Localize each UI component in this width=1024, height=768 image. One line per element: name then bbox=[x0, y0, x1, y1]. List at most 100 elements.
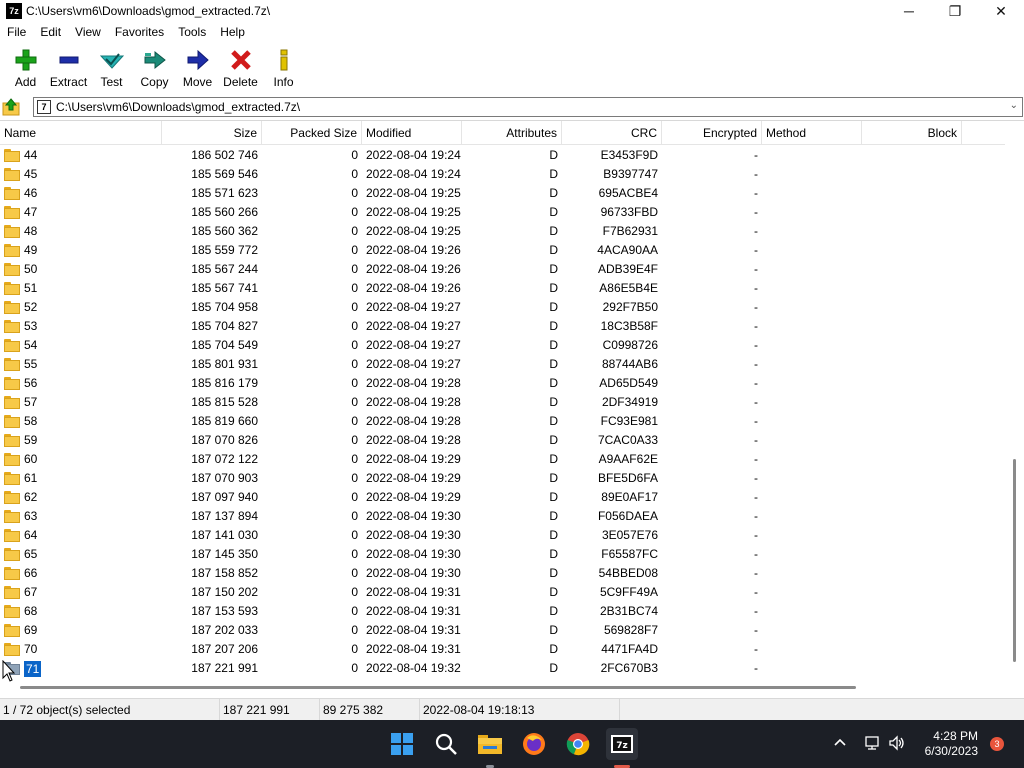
table-row[interactable]: 47 185 560 266 0 2022-08-04 19:25 D 96733FBD - bbox=[0, 203, 1005, 222]
folder-name: 59 bbox=[24, 433, 38, 447]
table-row[interactable]: 60 187 072 122 0 2022-08-04 19:29 D A9AAF62E - bbox=[0, 450, 1005, 469]
maximize-button[interactable]: ❐ bbox=[932, 0, 978, 22]
table-row[interactable]: 56 185 816 179 0 2022-08-04 19:28 D AD65D549 - bbox=[0, 374, 1005, 393]
crc-cell: F056DAEA bbox=[597, 509, 658, 523]
add-button[interactable]: Add bbox=[4, 42, 47, 92]
column-name[interactable]: Name bbox=[0, 121, 162, 145]
method-cell bbox=[762, 450, 862, 469]
table-row[interactable]: 62 187 097 940 0 2022-08-04 19:29 D 89E0AF17 - bbox=[0, 488, 1005, 507]
column-modified[interactable]: Modified bbox=[362, 121, 462, 145]
column-method[interactable]: Method bbox=[762, 121, 862, 145]
folder-icon bbox=[4, 396, 20, 409]
file-explorer-icon[interactable] bbox=[474, 728, 506, 760]
menu-file[interactable]: File bbox=[0, 22, 33, 42]
search-icon[interactable] bbox=[430, 728, 462, 760]
network-icon[interactable] bbox=[864, 735, 882, 754]
table-row[interactable]: 49 185 559 772 0 2022-08-04 19:26 D 4ACA90AA - bbox=[0, 241, 1005, 260]
move-button[interactable]: Move bbox=[176, 42, 219, 92]
table-row[interactable]: 44 186 502 746 0 2022-08-04 19:24 D E3453F9D - bbox=[0, 146, 1005, 165]
table-row[interactable]: 45 185 569 546 0 2022-08-04 19:24 D B9397747 - bbox=[0, 165, 1005, 184]
size-cell: 187 097 940 bbox=[191, 490, 258, 504]
horizontal-scroll-thumb[interactable] bbox=[20, 686, 856, 689]
status-size: 187 221 991 bbox=[220, 698, 320, 721]
table-row[interactable]: 69 187 202 033 0 2022-08-04 19:31 D 569828F7 - bbox=[0, 621, 1005, 640]
name-cell: 46 bbox=[0, 184, 162, 203]
menu-favorites[interactable]: Favorites bbox=[108, 22, 171, 42]
horizontal-scrollbar[interactable] bbox=[0, 678, 1005, 697]
taskbar-clock[interactable]: 4:28 PM 6/30/2023 bbox=[925, 729, 978, 759]
column-crc[interactable]: CRC bbox=[562, 121, 662, 145]
menu-tools[interactable]: Tools bbox=[171, 22, 213, 42]
table-row[interactable]: 58 185 819 660 0 2022-08-04 19:28 D FC93E981 - bbox=[0, 412, 1005, 431]
table-row[interactable]: 71 187 221 991 0 2022-08-04 19:32 D 2FC670B3 - bbox=[0, 659, 1005, 678]
firefox-icon[interactable] bbox=[518, 728, 550, 760]
menu-edit[interactable]: Edit bbox=[33, 22, 68, 42]
table-row[interactable]: 59 187 070 826 0 2022-08-04 19:28 D 7CAC0A33 - bbox=[0, 431, 1005, 450]
table-row[interactable]: 57 185 815 528 0 2022-08-04 19:28 D 2DF34919 - bbox=[0, 393, 1005, 412]
modified-cell: 2022-08-04 19:28 bbox=[366, 376, 461, 390]
table-row[interactable]: 65 187 145 350 0 2022-08-04 19:30 D F65587FC - bbox=[0, 545, 1005, 564]
vertical-scroll-thumb[interactable] bbox=[1013, 459, 1016, 662]
volume-icon[interactable] bbox=[888, 734, 906, 754]
close-button[interactable]: ✕ bbox=[978, 0, 1024, 22]
chevron-down-icon[interactable]: ⌄ bbox=[1010, 100, 1018, 111]
table-row[interactable]: 63 187 137 894 0 2022-08-04 19:30 D F056DAEA - bbox=[0, 507, 1005, 526]
windows-start-icon[interactable] bbox=[386, 728, 418, 760]
method-cell bbox=[762, 393, 862, 412]
crc-cell: 569828F7 bbox=[603, 623, 658, 637]
address-field[interactable]: 7 C:\Users\vm6\Downloads\gmod_extracted.… bbox=[33, 97, 1023, 117]
column-packed-size[interactable]: Packed Size bbox=[262, 121, 362, 145]
table-row[interactable]: 70 187 207 206 0 2022-08-04 19:31 D 4471FA4D - bbox=[0, 640, 1005, 659]
notification-badge[interactable]: 3 bbox=[990, 737, 1004, 751]
block-cell bbox=[862, 393, 962, 412]
modified-cell: 2022-08-04 19:25 bbox=[366, 186, 461, 200]
attributes-cell: D bbox=[549, 585, 558, 599]
vertical-scrollbar[interactable] bbox=[1005, 121, 1024, 678]
chevron-up-icon[interactable] bbox=[832, 735, 848, 754]
packed-size-cell: 0 bbox=[351, 566, 358, 580]
column-attributes[interactable]: Attributes bbox=[462, 121, 562, 145]
encrypted-cell: - bbox=[754, 281, 758, 295]
table-row[interactable]: 48 185 560 362 0 2022-08-04 19:25 D F7B62931 - bbox=[0, 222, 1005, 241]
table-row[interactable]: 51 185 567 741 0 2022-08-04 19:26 D A86E5B4E - bbox=[0, 279, 1005, 298]
copy-label: Copy bbox=[140, 75, 169, 89]
table-row[interactable]: 50 185 567 244 0 2022-08-04 19:26 D ADB39E4F - bbox=[0, 260, 1005, 279]
column-block[interactable]: Block bbox=[862, 121, 962, 145]
packed-size-cell: 0 bbox=[351, 585, 358, 599]
table-row[interactable]: 53 185 704 827 0 2022-08-04 19:27 D 18C3B58F - bbox=[0, 317, 1005, 336]
menu-help[interactable]: Help bbox=[213, 22, 252, 42]
modified-cell: 2022-08-04 19:30 bbox=[366, 547, 461, 561]
attributes-cell: D bbox=[549, 167, 558, 181]
menu-view[interactable]: View bbox=[68, 22, 108, 42]
name-cell: 59 bbox=[0, 431, 162, 450]
name-cell: 47 bbox=[0, 203, 162, 222]
size-cell: 187 145 350 bbox=[191, 547, 258, 561]
table-row[interactable]: 61 187 070 903 0 2022-08-04 19:29 D BFE5D6FA - bbox=[0, 469, 1005, 488]
table-row[interactable]: 52 185 704 958 0 2022-08-04 19:27 D 292F7B50 - bbox=[0, 298, 1005, 317]
delete-button[interactable]: Delete bbox=[219, 42, 262, 92]
info-button[interactable]: Info bbox=[262, 42, 305, 92]
mouse-cursor-icon bbox=[2, 660, 16, 682]
table-row[interactable]: 64 187 141 030 0 2022-08-04 19:30 D 3E057E76 - bbox=[0, 526, 1005, 545]
table-row[interactable]: 54 185 704 549 0 2022-08-04 19:27 D C0998726 - bbox=[0, 336, 1005, 355]
test-button[interactable]: Test bbox=[90, 42, 133, 92]
extract-button[interactable]: Extract bbox=[47, 42, 90, 92]
packed-size-cell: 0 bbox=[351, 262, 358, 276]
table-row[interactable]: 55 185 801 931 0 2022-08-04 19:27 D 88744AB6 - bbox=[0, 355, 1005, 374]
name-cell: 67 bbox=[0, 583, 162, 602]
table-row[interactable]: 68 187 153 593 0 2022-08-04 19:31 D 2B31BC74 - bbox=[0, 602, 1005, 621]
table-row[interactable]: 67 187 150 202 0 2022-08-04 19:31 D 5C9FF49A - bbox=[0, 583, 1005, 602]
encrypted-cell: - bbox=[754, 547, 758, 561]
up-folder-button[interactable] bbox=[0, 96, 22, 118]
block-cell bbox=[862, 374, 962, 393]
minimize-button[interactable]: ─ bbox=[886, 0, 932, 22]
modified-cell: 2022-08-04 19:29 bbox=[366, 490, 461, 504]
column-encrypted[interactable]: Encrypted bbox=[662, 121, 762, 145]
7zip-icon[interactable]: 7z bbox=[606, 728, 638, 760]
block-cell bbox=[862, 526, 962, 545]
table-row[interactable]: 66 187 158 852 0 2022-08-04 19:30 D 54BBED08 - bbox=[0, 564, 1005, 583]
column-size[interactable]: Size bbox=[162, 121, 262, 145]
chrome-icon[interactable] bbox=[562, 728, 594, 760]
table-row[interactable]: 46 185 571 623 0 2022-08-04 19:25 D 695ACBE4 - bbox=[0, 184, 1005, 203]
copy-button[interactable]: Copy bbox=[133, 42, 176, 92]
